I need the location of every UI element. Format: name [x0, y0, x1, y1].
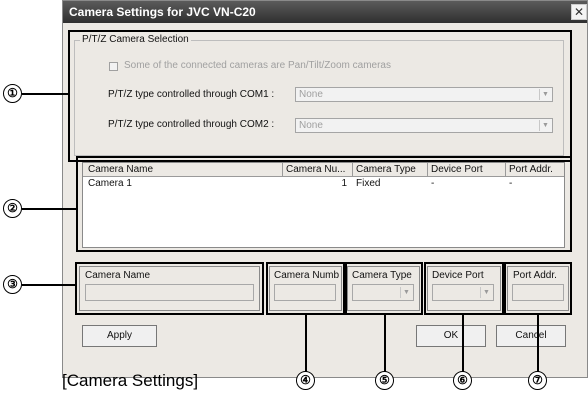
close-icon[interactable]: ✕	[571, 4, 587, 20]
callout-2: ②	[3, 199, 22, 218]
ok-button[interactable]: OK	[416, 325, 486, 347]
callout-5: ⑤	[375, 371, 394, 390]
callout-leader-3	[22, 284, 75, 286]
bracket-camera-type	[345, 262, 423, 315]
callout-leader-6	[462, 315, 464, 372]
bracket-device-port	[424, 262, 504, 315]
callout-leader-2	[22, 208, 76, 210]
bracket-camera-list	[76, 156, 572, 252]
window-titlebar[interactable]: Camera Settings for JVC VN-C20	[63, 1, 587, 23]
figure-caption: [Camera Settings]	[62, 371, 199, 390]
callout-leader-7	[537, 315, 539, 372]
apply-button[interactable]: Apply	[82, 325, 157, 347]
callout-leader-1	[22, 93, 68, 95]
bracket-camera-number	[266, 262, 345, 315]
callout-1: ①	[3, 84, 22, 103]
cancel-button[interactable]: Cancel	[496, 325, 566, 347]
callout-7: ⑦	[528, 371, 547, 390]
callout-6: ⑥	[453, 371, 472, 390]
callout-4: ④	[296, 371, 315, 390]
bracket-ptz-section	[68, 30, 572, 162]
bracket-camera-name	[75, 262, 264, 315]
callout-leader-5	[384, 315, 386, 372]
callout-leader-4	[305, 315, 307, 372]
bracket-port-addr	[504, 262, 572, 315]
callout-3: ③	[3, 275, 22, 294]
window-title: Camera Settings for JVC VN-C20	[69, 5, 256, 19]
